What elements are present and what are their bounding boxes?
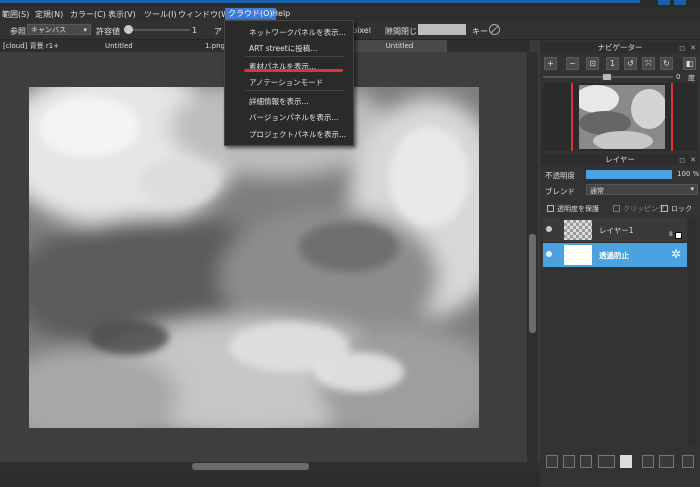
navigator-thumbnail (579, 85, 665, 149)
folder-icon[interactable] (620, 455, 632, 468)
panel-float-icon[interactable]: ◻ (679, 43, 685, 54)
rotation-slider[interactable] (543, 74, 673, 80)
zoom-in-icon[interactable]: + (544, 57, 557, 70)
key-label: キー (472, 27, 488, 36)
opacity-label: 不透明度 (545, 171, 575, 180)
tolerance-slider-track[interactable] (124, 29, 190, 31)
chevron-down-icon: ▾ (690, 185, 694, 193)
layer-thumbnail (564, 245, 592, 265)
new-halftone-layer-icon[interactable] (563, 455, 575, 468)
actual-size-icon[interactable]: 1 (606, 57, 619, 70)
layer-badge: 8 (669, 231, 673, 238)
gear-icon[interactable]: ✲ (671, 247, 681, 261)
ref-label: 参照 (10, 27, 26, 36)
visibility-icon[interactable] (546, 226, 552, 232)
menubar: 範囲(S) 定規(N) カラー(C) 表示(V) ツール(I) ウィンドウ(W)… (0, 7, 700, 21)
pixel-label: pixel (352, 26, 371, 35)
layer-name: 透過防止 (599, 251, 629, 260)
gap-close-label: 隙間閉じ (385, 27, 417, 36)
layer-scrollbar[interactable] (688, 218, 697, 446)
menu-separator (245, 56, 345, 57)
menu-help[interactable]: Help (272, 9, 290, 18)
menu-view[interactable]: 表示(V) (108, 9, 136, 20)
close-icon[interactable]: ✕ (690, 43, 696, 54)
clipping-checkbox[interactable] (613, 205, 620, 212)
title-strip (0, 0, 700, 7)
ref-select-value: キャンバス (31, 26, 66, 34)
tab-untitled-2[interactable]: Untitled (352, 40, 447, 52)
layer-panel-title: レイヤー ◻ ✕ (541, 154, 699, 165)
trash-icon[interactable] (682, 455, 694, 468)
menu-item-detail-info[interactable]: 詳細情報を表示... (249, 96, 309, 107)
tolerance-slider-knob[interactable] (124, 25, 133, 34)
protect-alpha-label: 透明度を保護 (557, 205, 599, 213)
rotation-value: 0 (676, 73, 681, 81)
layer-options-icon[interactable] (659, 455, 674, 468)
navigator-title: ナビゲーター ◻ ✕ (541, 42, 699, 53)
new-folder-layer-icon[interactable] (580, 455, 592, 468)
annotation-underline-material (244, 69, 343, 72)
menu-item-network-panel[interactable]: ネットワークパネルを表示... (249, 27, 346, 38)
vertical-scroll-thumb[interactable] (529, 234, 536, 333)
navigator-title-text: ナビゲーター (597, 43, 643, 52)
layer-row-1[interactable]: レイヤー1 8 (543, 218, 687, 243)
menu-item-annotation-mode[interactable]: アノテーションモード (249, 77, 323, 88)
prohibit-icon[interactable] (489, 24, 500, 35)
navigator-preview[interactable] (543, 83, 697, 151)
blend-label: ブレンド (545, 187, 575, 196)
close-icon[interactable]: ✕ (690, 155, 696, 166)
flip-icon[interactable]: ◧ (683, 57, 696, 70)
rotate-right-icon[interactable]: ↻ (660, 57, 673, 70)
menu-selection[interactable]: 範囲(S) (2, 9, 29, 20)
layer-thumbnail (564, 220, 592, 240)
rotate-left-icon[interactable]: ↺ (624, 57, 637, 70)
panel-float-icon[interactable]: ◻ (679, 155, 685, 166)
tab-cloud-file[interactable]: [cloud] 背景 r1+ (3, 40, 59, 52)
clipping-label: クリッピング (623, 205, 665, 213)
visibility-icon[interactable] (546, 251, 552, 257)
gap-close-level[interactable] (418, 24, 466, 35)
menu-item-project-panel[interactable]: プロジェクトパネルを表示... (249, 129, 346, 140)
tolerance-label: 許容値 (96, 27, 120, 36)
lock-checkbox[interactable] (661, 205, 668, 212)
tab-png[interactable]: 1.png (205, 40, 225, 52)
window-control[interactable] (674, 0, 686, 5)
layer-panel-title-text: レイヤー (605, 155, 635, 164)
rotation-unit: 度 (688, 74, 695, 82)
menu-item-art-street[interactable]: ART streetに投稿... (249, 43, 317, 54)
menu-color[interactable]: カラー(C) (70, 9, 106, 20)
menu-item-version-panel[interactable]: バージョンパネルを表示... (249, 112, 339, 123)
antialias-label: ア (214, 27, 222, 36)
menu-separator (245, 90, 345, 91)
layer-row-2-selected[interactable]: 透過防止 ✲ (543, 243, 687, 267)
protect-alpha-checkbox[interactable] (547, 205, 554, 212)
merge-icon[interactable] (642, 455, 654, 468)
status-bar (0, 473, 540, 487)
new-layer-icon[interactable] (546, 455, 558, 468)
cloud-menu-dropdown: ネットワークパネルを表示... ART streetに投稿... 素材パネルを表… (224, 20, 354, 146)
fit-icon[interactable]: ⊡ (586, 57, 599, 70)
chevron-down-icon: ▾ (83, 26, 87, 34)
horizontal-scroll-thumb[interactable] (192, 463, 309, 470)
lock-label: ロック (671, 205, 692, 213)
blend-select[interactable]: 通常 ▾ (586, 184, 698, 195)
layer-name: レイヤー1 (599, 226, 634, 235)
tolerance-value: 1 (192, 26, 198, 35)
zoom-out-icon[interactable]: − (566, 57, 579, 70)
window-control[interactable] (658, 0, 670, 5)
opacity-value: 100 % (677, 170, 700, 178)
menu-ruler[interactable]: 定規(N) (35, 9, 63, 20)
blend-value: 通常 (590, 187, 604, 195)
reset-view-icon[interactable]: ⤧ (642, 57, 655, 70)
opacity-slider[interactable] (586, 170, 672, 179)
ref-select[interactable]: キャンバス ▾ (27, 24, 91, 35)
layer-color-swatch (675, 232, 682, 239)
tab-untitled-1[interactable]: Untitled (105, 40, 133, 52)
duplicate-layer-icon[interactable] (598, 455, 615, 468)
menu-tool[interactable]: ツール(I) (144, 9, 177, 20)
